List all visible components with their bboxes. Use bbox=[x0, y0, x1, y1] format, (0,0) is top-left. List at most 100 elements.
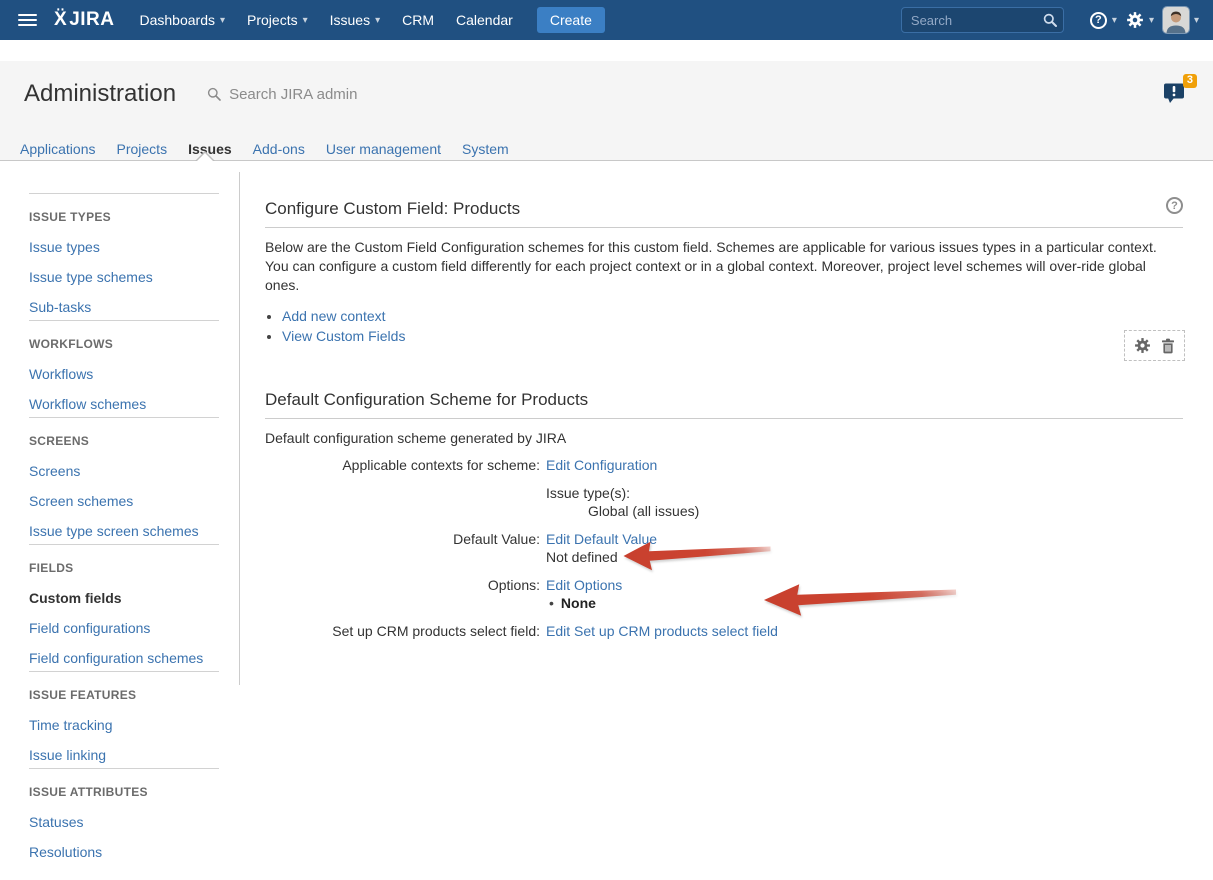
admin-tabs: Applications Projects Issues Add-ons Use… bbox=[0, 141, 1213, 157]
default-value-status: Not defined bbox=[546, 548, 657, 566]
main-content: Configure Custom Field: Products ? Below… bbox=[265, 161, 1183, 859]
row-label: Set up CRM products select field: bbox=[265, 622, 540, 640]
bullet-icon: • bbox=[549, 595, 554, 611]
search-icon bbox=[207, 87, 221, 101]
list-item: Add new context bbox=[282, 308, 1183, 324]
divider bbox=[29, 193, 219, 194]
chevron-down-icon: ▾ bbox=[375, 15, 380, 26]
notification-badge: 3 bbox=[1183, 74, 1197, 88]
sidebar-item-sub-tasks[interactable]: Sub-tasks bbox=[29, 300, 239, 314]
sidebar-section-workflows: WORKFLOWS bbox=[29, 337, 239, 351]
gear-icon[interactable] bbox=[1134, 337, 1151, 354]
row-label: Options: bbox=[265, 576, 540, 612]
content-title: Configure Custom Field: Products bbox=[265, 199, 520, 219]
user-menu[interactable]: ▾ bbox=[1163, 7, 1199, 33]
navbar-search bbox=[901, 7, 1064, 33]
sidebar-divider bbox=[239, 172, 240, 685]
divider bbox=[29, 417, 219, 418]
issue-types-value: Global (all issues) bbox=[588, 502, 699, 520]
tab-add-ons[interactable]: Add-ons bbox=[253, 141, 305, 157]
notification-icon[interactable]: 3 bbox=[1161, 81, 1189, 107]
sidebar-item-screens[interactable]: Screens bbox=[29, 464, 239, 478]
default-scheme-section: Default Configuration Scheme for Product… bbox=[265, 390, 1183, 640]
nav-dashboards-label: Dashboards bbox=[139, 12, 215, 28]
tab-projects[interactable]: Projects bbox=[117, 141, 168, 157]
sidebar-item-screen-schemes[interactable]: Screen schemes bbox=[29, 494, 239, 508]
jira-logo-text: JIRA bbox=[69, 9, 114, 31]
sidebar-item-field-configuration-schemes[interactable]: Field configuration schemes bbox=[29, 651, 239, 665]
trash-icon[interactable] bbox=[1161, 338, 1175, 354]
chevron-down-icon: ▾ bbox=[1112, 15, 1117, 26]
context-links: Add new context View Custom Fields bbox=[265, 308, 1183, 344]
nav-issues[interactable]: Issues ▾ bbox=[319, 12, 392, 28]
search-icon[interactable] bbox=[1043, 13, 1057, 27]
jira-logo-icon: Ẍ bbox=[54, 9, 67, 31]
divider bbox=[29, 671, 219, 672]
sidebar-item-resolutions[interactable]: Resolutions bbox=[29, 845, 239, 859]
navbar-search-input[interactable] bbox=[901, 7, 1064, 33]
options-value: •None bbox=[546, 594, 622, 612]
sidebar-item-statuses[interactable]: Statuses bbox=[29, 815, 239, 829]
edit-options-link[interactable]: Edit Options bbox=[546, 577, 622, 593]
sidebar-section-fields: FIELDS bbox=[29, 561, 239, 575]
nav-issues-label: Issues bbox=[330, 12, 370, 28]
create-button[interactable]: Create bbox=[537, 7, 605, 33]
sidebar-section-issue-attributes: ISSUE ATTRIBUTES bbox=[29, 785, 239, 799]
sidebar-item-field-configurations[interactable]: Field configurations bbox=[29, 621, 239, 635]
chevron-down-icon: ▾ bbox=[1194, 15, 1199, 26]
list-item: View Custom Fields bbox=[282, 328, 1183, 344]
sidebar-item-issue-linking[interactable]: Issue linking bbox=[29, 748, 239, 762]
view-custom-fields-link[interactable]: View Custom Fields bbox=[282, 328, 405, 344]
top-navbar: Ẍ JIRA Dashboards ▾ Projects ▾ Issues ▾ … bbox=[0, 0, 1213, 40]
edit-default-value-link[interactable]: Edit Default Value bbox=[546, 531, 657, 547]
menu-icon[interactable] bbox=[18, 14, 37, 26]
nav-calendar-label: Calendar bbox=[456, 12, 513, 28]
tab-applications[interactable]: Applications bbox=[20, 141, 96, 157]
admin-search bbox=[207, 85, 467, 104]
row-label: Applicable contexts for scheme: bbox=[265, 456, 540, 520]
divider bbox=[29, 320, 219, 321]
page-title: Administration bbox=[24, 80, 176, 108]
sidebar-item-workflow-schemes[interactable]: Workflow schemes bbox=[29, 397, 239, 411]
nav-dashboards[interactable]: Dashboards ▾ bbox=[128, 12, 236, 28]
admin-search-input[interactable] bbox=[227, 85, 467, 104]
nav-crm-label: CRM bbox=[402, 12, 434, 28]
add-new-context-link[interactable]: Add new context bbox=[282, 308, 386, 324]
nav-projects[interactable]: Projects ▾ bbox=[236, 12, 319, 28]
divider bbox=[265, 418, 1183, 419]
chevron-down-icon: ▾ bbox=[1149, 15, 1154, 26]
divider bbox=[29, 768, 219, 769]
admin-gear-menu[interactable]: ▾ bbox=[1126, 11, 1154, 29]
sidebar-item-workflows[interactable]: Workflows bbox=[29, 367, 239, 381]
applicable-contexts-row: Applicable contexts for scheme: Edit Con… bbox=[265, 456, 1183, 520]
sidebar-item-issue-type-schemes[interactable]: Issue type schemes bbox=[29, 270, 239, 284]
help-menu[interactable]: ? ▾ bbox=[1090, 12, 1117, 29]
sidebar-section-screens: SCREENS bbox=[29, 434, 239, 448]
nav-projects-label: Projects bbox=[247, 12, 298, 28]
chevron-down-icon: ▾ bbox=[303, 15, 308, 26]
nav-calendar[interactable]: Calendar bbox=[445, 12, 524, 28]
active-tab-caret bbox=[195, 151, 215, 161]
edit-crm-select-field-link[interactable]: Edit Set up CRM products select field bbox=[546, 623, 778, 639]
jira-logo[interactable]: Ẍ JIRA bbox=[54, 9, 114, 31]
options-row: Options: Edit Options •None bbox=[265, 576, 1183, 612]
scheme-subtitle: Default configuration scheme generated b… bbox=[265, 430, 1183, 446]
tab-system[interactable]: System bbox=[462, 141, 509, 157]
chevron-down-icon: ▾ bbox=[220, 15, 225, 26]
gear-icon bbox=[1126, 11, 1144, 29]
description-text: Below are the Custom Field Configuration… bbox=[265, 238, 1183, 295]
scheme-title: Default Configuration Scheme for Product… bbox=[265, 390, 1183, 410]
admin-header: Administration 3 Applications Projects I… bbox=[0, 61, 1213, 161]
nav-crm[interactable]: CRM bbox=[391, 12, 445, 28]
divider bbox=[29, 544, 219, 545]
help-icon: ? bbox=[1090, 12, 1107, 29]
tab-user-management[interactable]: User management bbox=[326, 141, 441, 157]
sidebar-item-issue-types[interactable]: Issue types bbox=[29, 240, 239, 254]
crm-select-field-row: Set up CRM products select field: Edit S… bbox=[265, 622, 1183, 640]
issue-types-label: Issue type(s): bbox=[546, 484, 699, 502]
sidebar-item-issue-type-screen-schemes[interactable]: Issue type screen schemes bbox=[29, 524, 239, 538]
sidebar-item-time-tracking[interactable]: Time tracking bbox=[29, 718, 239, 732]
edit-configuration-link[interactable]: Edit Configuration bbox=[546, 457, 657, 473]
sidebar-item-custom-fields[interactable]: Custom fields bbox=[29, 591, 239, 605]
help-icon[interactable]: ? bbox=[1166, 197, 1183, 214]
